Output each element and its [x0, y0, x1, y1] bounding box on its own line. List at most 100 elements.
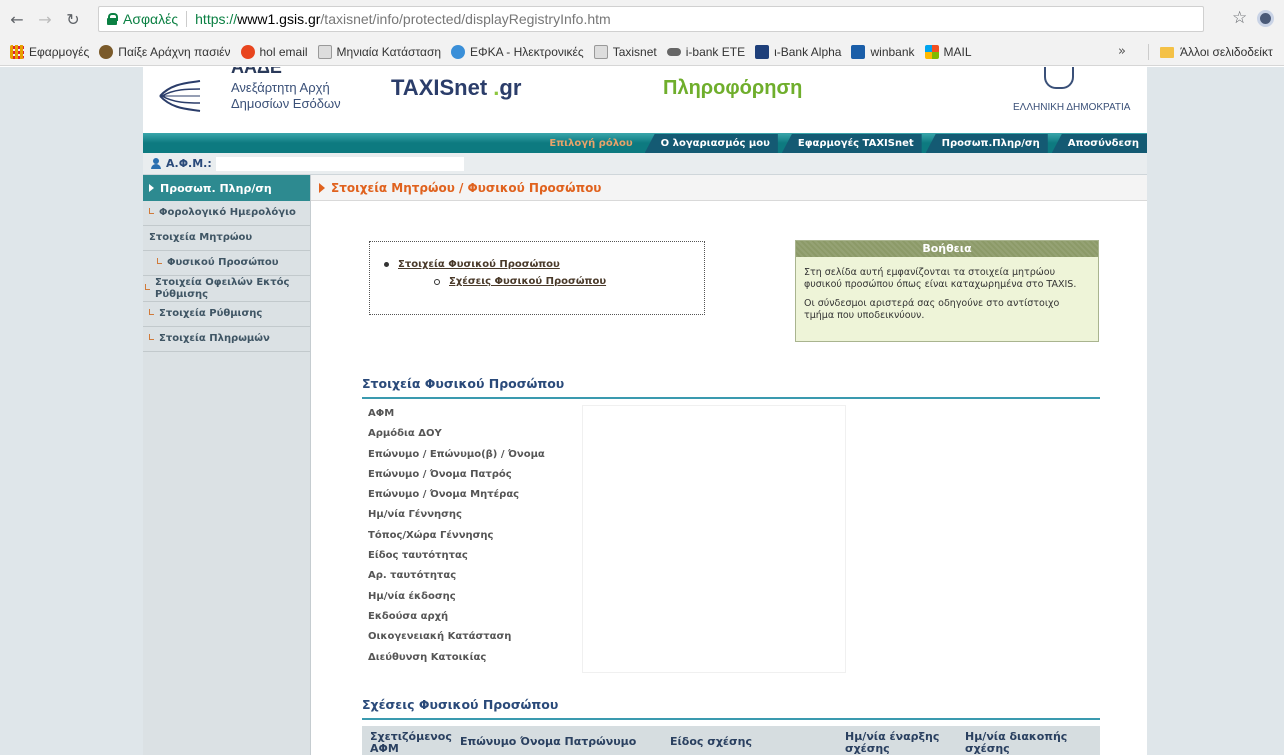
bookmark-label: MAIL	[943, 44, 972, 59]
omnibox-divider	[186, 11, 188, 27]
org-line-1: Ανεξάρτητη Αρχή	[231, 80, 330, 95]
page-title: Στοιχεία Μητρώου / Φυσικού Προσώπου	[311, 175, 1147, 201]
field-label-doy: Αρμόδια ΔΟΥ	[368, 428, 442, 440]
taxisnet-logo[interactable]: TAXISnet .gr	[391, 75, 521, 101]
help-paragraph-2: Οι σύνδεσμοι αριστερά σας οδηγούνε στο α…	[804, 298, 1060, 321]
folder-icon	[1160, 46, 1174, 58]
lock-icon	[107, 13, 118, 25]
tab-taxisnet-apps[interactable]: Εφαρμογές TAXISnet	[781, 134, 922, 153]
back-icon[interactable]: ←	[6, 8, 28, 30]
field-label-mother: Επώνυμο / Όνομα Μητέρας	[368, 489, 520, 501]
forward-icon[interactable]: →	[34, 8, 56, 30]
org-line-2: Δημοσίων Εσόδων	[231, 96, 341, 111]
ibank-icon	[666, 47, 681, 56]
field-label-id-type: Είδος ταυτότητας	[368, 550, 468, 562]
hol-icon	[240, 44, 255, 59]
person-field-values-redacted	[583, 406, 845, 672]
triangle-right-icon	[149, 184, 154, 192]
page-title-text: Στοιχεία Μητρώου / Φυσικού Προσώπου	[331, 180, 602, 195]
bookmark-label: Μηνιαία Κατάσταση	[336, 44, 442, 59]
tab-logout[interactable]: Αποσύνδεση	[1051, 134, 1147, 153]
triangle-right-icon	[319, 182, 325, 193]
bookmark-label: Παίξε Αράχνη πασιέν	[118, 44, 231, 59]
field-label-name: Επώνυμο / Επώνυμο(β) / Όνομα	[368, 448, 545, 460]
bookmark-label: Εφαρμογές	[29, 44, 90, 59]
toc-link-person[interactable]: Στοιχεία Φυσικού Προσώπου	[398, 259, 560, 270]
secure-label: Ασφαλές	[123, 11, 179, 27]
other-bookmarks-label: Άλλοι σελιδοδείκτ	[1180, 45, 1273, 59]
person-field-labels: ΑΦΜ Αρμόδια ΔΟΥ Επώνυμο / Επώνυμο(β) / Ό…	[368, 404, 545, 668]
bookmark-taxisnet[interactable]: Taxisnet	[593, 44, 657, 59]
sidebar-item-settlement[interactable]: Στοιχεία Ρύθμισης	[143, 302, 310, 327]
greek-seal-icon	[1044, 67, 1074, 89]
gsis-icon	[593, 44, 608, 59]
sidebar-item-label: Φορολογικό Ημερολόγιο	[159, 207, 296, 218]
sidebar-item-natural-person[interactable]: Φυσικού Προσώπου	[143, 251, 310, 276]
tab-my-account[interactable]: Ο λογαριασμός μου	[644, 134, 778, 153]
tab-personal-info[interactable]: Προσωπ.Πληρ/ση	[925, 134, 1048, 153]
sidebar-item-label: Στοιχεία Ρύθμισης	[159, 308, 263, 319]
bookmark-efka[interactable]: ΕΦΚΑ - Ηλεκτρονικές	[451, 44, 584, 59]
bookmark-alpha[interactable]: ι-Bank Alpha	[755, 44, 842, 59]
bookmark-label: i-bank ETE	[685, 44, 746, 59]
afm-label: Α.Φ.Μ.:	[166, 157, 212, 170]
bookmark-winbank[interactable]: winbank	[851, 44, 915, 59]
bookmark-star-icon[interactable]: ☆	[1232, 8, 1247, 28]
field-label-address: Διεύθυνση Κατοικίας	[368, 651, 487, 663]
bookmark-spider[interactable]: Παίξε Αράχνη πασιέν	[99, 44, 231, 59]
field-label-issue-date: Ημ/νία έκδοσης	[368, 590, 456, 602]
winbank-icon	[851, 44, 866, 59]
alpha-bank-icon	[755, 44, 770, 59]
sidebar-active-label: Προσωπ. Πληρ/ση	[160, 181, 272, 195]
afm-value-redacted	[215, 156, 464, 171]
toc-link-relations[interactable]: Σχέσεις Φυσικού Προσώπου	[449, 276, 606, 287]
gsis-icon	[317, 44, 332, 59]
field-label-father: Επώνυμο / Όνομα Πατρός	[368, 468, 512, 480]
relations-table-header: Σχετιζόμενος ΑΦΜ Επώνυμο Όνομα Πατρώνυμο…	[362, 726, 1100, 755]
sidebar-item-payments[interactable]: Στοιχεία Πληρωμών	[143, 327, 310, 352]
bookmark-label: Taxisnet	[612, 44, 657, 59]
sidebar-item-registry[interactable]: Στοιχεία Μητρώου	[143, 226, 310, 251]
bookmark-label: ι-Bank Alpha	[774, 44, 842, 59]
address-bar[interactable]: Ασφαλές https://www1.gsis.gr/taxisnet/in…	[98, 6, 1204, 32]
help-title: Βοήθεια	[796, 241, 1098, 257]
url-scheme: https://	[195, 11, 238, 27]
nav-tabs: Επιλογή ρόλου Ο λογαριασμός μου Εφαρμογέ…	[529, 134, 1147, 153]
tab-select-role[interactable]: Επιλογή ρόλου	[533, 134, 640, 153]
column-header: Ημ/νία έναρξης σχέσης	[845, 730, 940, 755]
help-body: Στη σελίδα αυτή εμφανίζονται τα στοιχεία…	[796, 257, 1098, 322]
sidebar-item-tax-calendar[interactable]: Φορολογικό Ημερολόγιο	[143, 201, 310, 226]
bookmark-monthly[interactable]: Μηνιαία Κατάσταση	[317, 44, 442, 59]
column-header: Είδος σχέσης	[670, 735, 752, 748]
sidebar-item-label: Στοιχεία Μητρώου	[149, 232, 253, 243]
extension-icon[interactable]	[1257, 10, 1274, 27]
corner-icon	[145, 283, 150, 290]
bookmark-ibank[interactable]: i-bank ETE	[666, 44, 746, 59]
table-of-contents: Στοιχεία Φυσικού Προσώπου Σχέσεις Φυσικο…	[369, 241, 705, 315]
corner-icon	[149, 208, 154, 214]
bookmark-hol[interactable]: hol email	[240, 44, 308, 59]
bookmarks-divider	[1148, 44, 1149, 60]
bookmarks-overflow-icon[interactable]: »	[1118, 44, 1126, 59]
sidebar-item-label: Φυσικού Προσώπου	[167, 257, 279, 268]
bookmark-apps[interactable]: Εφαρμογές	[10, 44, 90, 59]
sidebar-item-debts[interactable]: Στοιχεία Οφειλών Εκτός Ρύθμισης	[143, 276, 310, 302]
bookmarks-bar: Εφαρμογές Παίξε Αράχνη πασιέν hol email …	[0, 38, 1284, 66]
other-bookmarks[interactable]: Άλλοι σελιδοδείκτ	[1160, 45, 1273, 59]
brand-main: TAXISnet	[391, 75, 488, 100]
page-viewport: ΑΑΔΕ Ανεξάρτητη Αρχή Δημοσίων Εσόδων TAX…	[0, 67, 1284, 755]
main-content: Στοιχεία Μητρώου / Φυσικού Προσώπου Στοι…	[311, 175, 1147, 755]
mail-icon	[924, 44, 939, 59]
field-label-birth-place: Τόπος/Χώρα Γέννησης	[368, 529, 494, 541]
relations-section-title: Σχέσεις Φυσικού Προσώπου	[362, 697, 559, 712]
apps-grid-icon	[10, 44, 24, 59]
bookmark-mail[interactable]: MAIL	[924, 44, 972, 59]
corner-icon	[157, 258, 162, 264]
spider-icon	[99, 44, 114, 59]
reload-icon[interactable]: ↻	[62, 8, 84, 30]
sidebar-item-personal-info[interactable]: Προσωπ. Πληρ/ση	[143, 175, 310, 201]
user-bar: Α.Φ.Μ.:	[143, 153, 1147, 175]
circle-bullet-icon	[434, 278, 440, 285]
column-header: Σχετιζόμενος ΑΦΜ	[370, 730, 452, 755]
help-paragraph-1: Στη σελίδα αυτή εμφανίζονται τα στοιχεία…	[804, 267, 1077, 290]
